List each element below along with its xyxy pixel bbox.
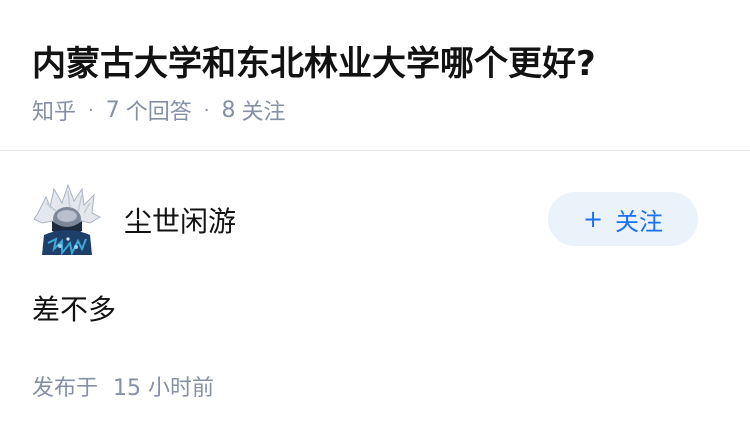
- answer-count: 7: [105, 97, 120, 123]
- divider: [0, 150, 750, 151]
- answer-content[interactable]: 差不多: [32, 288, 116, 328]
- question-title[interactable]: 内蒙古大学和东北林业大学哪个更好?: [32, 36, 596, 85]
- plus-icon: +: [582, 205, 604, 233]
- separator-dot: ·: [88, 99, 94, 121]
- author-avatar[interactable]: [32, 183, 102, 255]
- answer-count-label: 个回答: [125, 100, 192, 125]
- separator-dot: ·: [203, 99, 210, 121]
- follower-count: 8: [221, 97, 236, 123]
- follow-button[interactable]: + 关注: [548, 192, 698, 246]
- avatar-illustration-icon: [32, 183, 102, 255]
- published-time-value: 15 小时前: [113, 376, 215, 401]
- follower-count-label: 关注: [241, 100, 286, 125]
- follow-button-label: 关注: [615, 207, 664, 236]
- published-time: 发布于 15 小时前: [32, 370, 214, 402]
- published-prefix: 发布于: [32, 376, 99, 401]
- author-name[interactable]: 尘世闲游: [124, 200, 236, 240]
- source-label[interactable]: 知乎: [32, 94, 76, 126]
- question-meta: 知乎 · 7 个回答 · 8 关注: [32, 94, 286, 126]
